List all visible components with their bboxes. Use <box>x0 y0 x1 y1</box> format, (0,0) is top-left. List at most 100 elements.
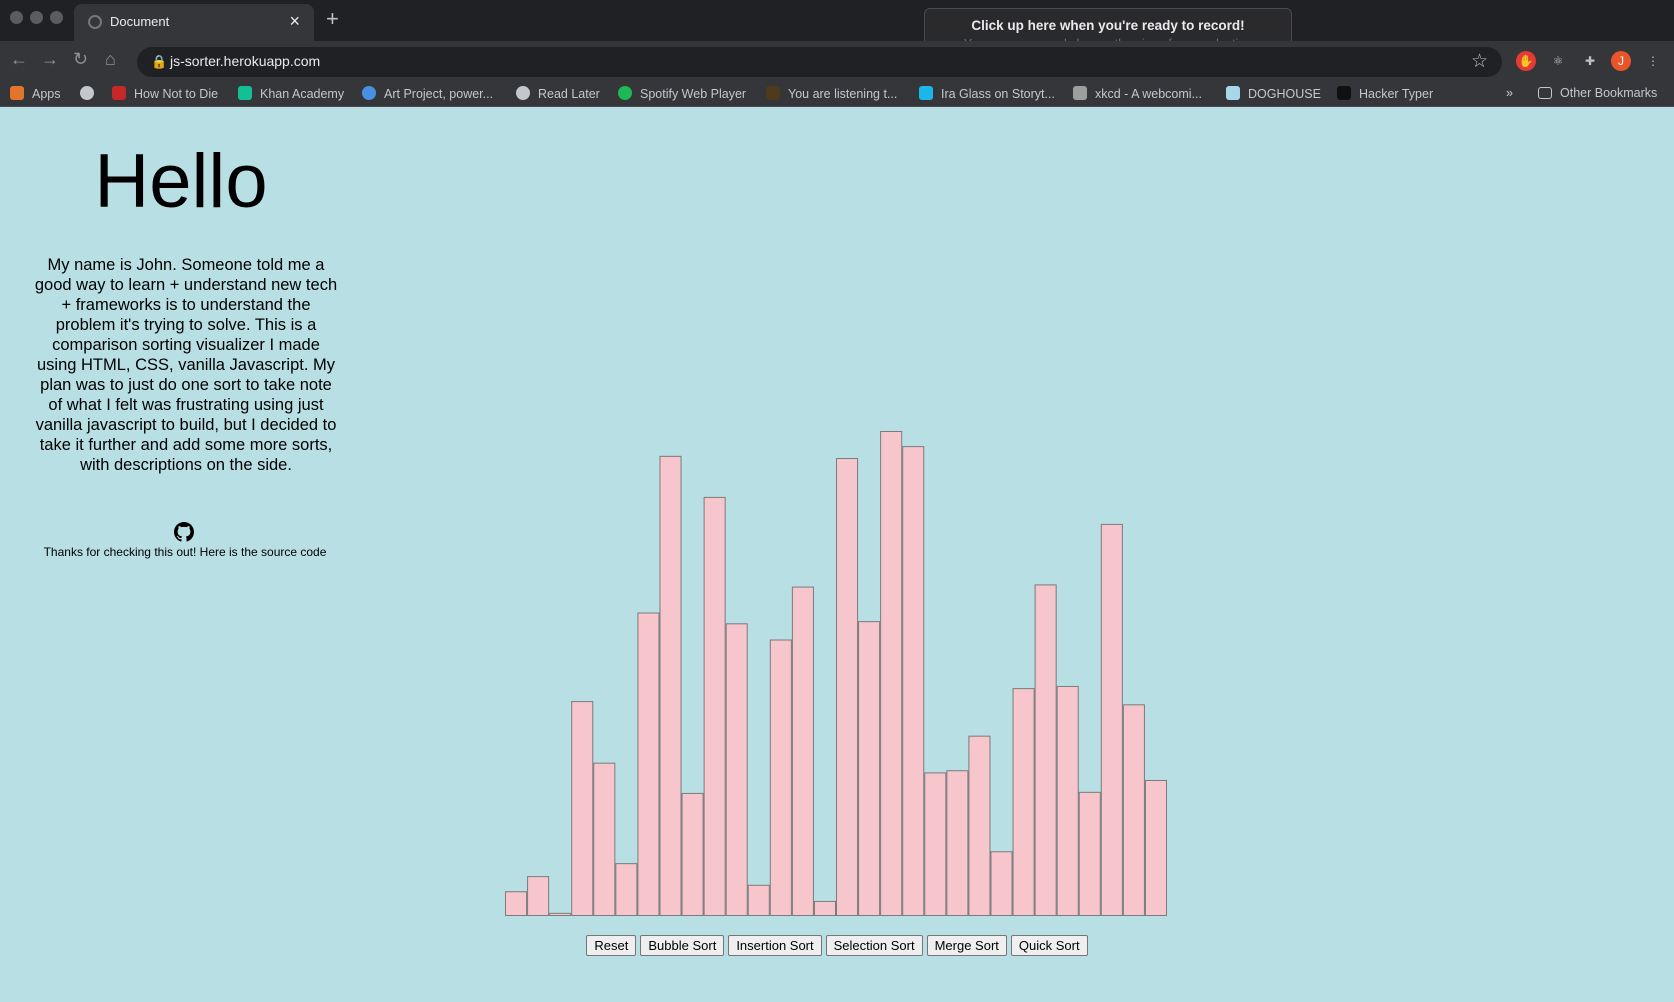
bubble-sort-button[interactable]: Bubble Sort <box>640 935 725 956</box>
lock-icon: 🔒 <box>151 54 168 69</box>
other-bookmarks-label: Other Bookmarks <box>1560 86 1658 100</box>
sort-controls: Reset Bubble Sort Insertion Sort Selection … <box>0 935 1674 956</box>
bookmark-item[interactable]: Ira Glass on Storyt... <box>919 86 1055 101</box>
back-icon[interactable]: ← <box>10 49 28 70</box>
sort-bar <box>593 762 616 916</box>
site-favicon <box>766 86 780 100</box>
sort-bar <box>571 701 594 916</box>
khan-icon <box>238 86 252 100</box>
extension-hand-icon[interactable]: ✋ <box>1516 51 1536 71</box>
bookmark-item[interactable]: Spotify Web Player <box>618 86 746 101</box>
spotify-icon <box>618 86 632 100</box>
sort-bar <box>747 884 770 916</box>
tab-title: Document <box>110 14 170 29</box>
bookmark-label: DOGHOUSE <box>1248 87 1321 101</box>
github-icon[interactable] <box>174 522 194 542</box>
insertion-sort-button[interactable]: Insertion Sort <box>728 935 822 956</box>
sort-bar <box>791 586 814 916</box>
sort-bar <box>703 496 726 916</box>
reload-icon[interactable]: ↻ <box>73 49 88 70</box>
bookmark-label: xkcd - A webcomi... <box>1095 87 1202 101</box>
sort-bar <box>1056 685 1079 916</box>
sort-bar <box>725 623 748 916</box>
bookmark-item[interactable]: You are listening t... <box>766 86 897 101</box>
bookmark-star-icon[interactable]: ☆ <box>1471 50 1488 73</box>
bookmark-item[interactable]: Apps <box>10 86 61 101</box>
vimeo-icon <box>919 86 933 100</box>
museum-icon <box>362 86 376 100</box>
new-tab-icon[interactable]: + <box>326 6 339 32</box>
intro-paragraph: My name is John. Someone told me a good … <box>34 256 338 474</box>
other-bookmarks[interactable]: Other Bookmarks <box>1538 86 1657 100</box>
bookmark-item[interactable]: DOGHOUSE <box>1226 86 1321 101</box>
close-window-icon[interactable] <box>10 11 23 24</box>
sort-bar <box>505 891 528 916</box>
bookmark-item[interactable]: Hacker Typer <box>1337 86 1433 101</box>
home-icon[interactable]: ⌂ <box>105 49 116 70</box>
bookmark-label: Khan Academy <box>260 87 345 101</box>
sort-bar <box>659 455 682 916</box>
sort-bar <box>615 863 638 916</box>
more-bookmarks-icon[interactable]: » <box>1506 86 1513 100</box>
sort-bar <box>813 900 836 916</box>
sort-bar <box>1034 584 1057 916</box>
profile-avatar[interactable]: J <box>1611 51 1631 71</box>
sort-bar <box>1100 523 1123 916</box>
globe-icon <box>80 86 94 100</box>
react-devtools-icon[interactable]: ⚛ <box>1548 51 1568 71</box>
sort-bar <box>1144 779 1167 916</box>
sort-bar <box>681 792 704 916</box>
record-popup-title: Click up here when you're ready to recor… <box>971 18 1245 33</box>
bookmarks-bar: » Other Bookmarks Apps How Not to Die Khan… <box>0 83 1674 107</box>
bookmark-label: Hacker Typer <box>1359 87 1434 101</box>
sort-bar <box>1122 704 1145 916</box>
bookmark-label: You are listening t... <box>788 87 898 101</box>
menu-kebab-icon[interactable]: ⋮ <box>1643 51 1663 71</box>
tab-strip: Document × + <box>0 0 1674 41</box>
sort-bar <box>858 621 881 916</box>
sort-bar <box>946 770 969 916</box>
page-title: Hello <box>94 139 268 224</box>
bookmark-label: How Not to Die <box>134 87 219 101</box>
merge-sort-button[interactable]: Merge Sort <box>926 935 1007 956</box>
bookmark-item[interactable]: xkcd - A webcomi... <box>1073 86 1202 101</box>
apps-grid-icon <box>10 86 24 100</box>
sort-bar <box>1078 791 1101 916</box>
sort-bar <box>968 735 991 916</box>
address-bar[interactable]: 🔒 js-sorter.herokuapp.com ☆ <box>137 47 1502 77</box>
browser-toolbar: ← → ↻ ⌂ 🔒 js-sorter.herokuapp.com ☆ ✋ ⚛ … <box>0 41 1674 83</box>
zoom-window-icon[interactable] <box>50 11 63 24</box>
selection-sort-button[interactable]: Selection Sort <box>825 935 923 956</box>
site-favicon <box>1226 86 1240 100</box>
sorting-bars-chart <box>505 431 1167 916</box>
xkcd-icon <box>1073 86 1087 100</box>
sort-bar <box>769 639 792 916</box>
globe-icon <box>88 15 102 29</box>
bookmark-item[interactable]: How Not to Die <box>112 86 218 101</box>
sort-bar <box>990 851 1013 916</box>
bookmark-item[interactable] <box>80 86 102 101</box>
close-tab-icon[interactable]: × <box>289 11 300 32</box>
source-code-note: Thanks for checking this out! Here is th… <box>43 545 327 559</box>
sort-bar <box>836 458 859 916</box>
bookmark-item[interactable]: Art Project, power... <box>362 86 493 101</box>
forward-icon[interactable]: → <box>41 49 59 70</box>
sort-bar <box>924 772 947 916</box>
bookmark-label: Read Later <box>538 87 600 101</box>
puzzle-extensions-icon[interactable]: ✚ <box>1580 51 1600 71</box>
bookmark-item[interactable]: Khan Academy <box>238 86 344 101</box>
bookmark-label: Spotify Web Player <box>640 87 747 101</box>
bookmark-item[interactable]: Read Later <box>516 86 600 101</box>
browser-tab[interactable]: Document × <box>74 4 314 41</box>
sort-bar <box>549 912 572 916</box>
reset-button[interactable]: Reset <box>586 935 637 956</box>
url-text: js-sorter.herokuapp.com <box>170 53 321 69</box>
quick-sort-button[interactable]: Quick Sort <box>1010 935 1088 956</box>
sort-bar <box>637 612 660 916</box>
sort-bar <box>1012 688 1035 916</box>
bookmark-label: Ira Glass on Storyt... <box>941 87 1055 101</box>
folder-icon <box>1538 87 1552 99</box>
sort-bar <box>880 431 903 916</box>
sort-bar <box>527 876 550 916</box>
minimize-window-icon[interactable] <box>30 11 43 24</box>
